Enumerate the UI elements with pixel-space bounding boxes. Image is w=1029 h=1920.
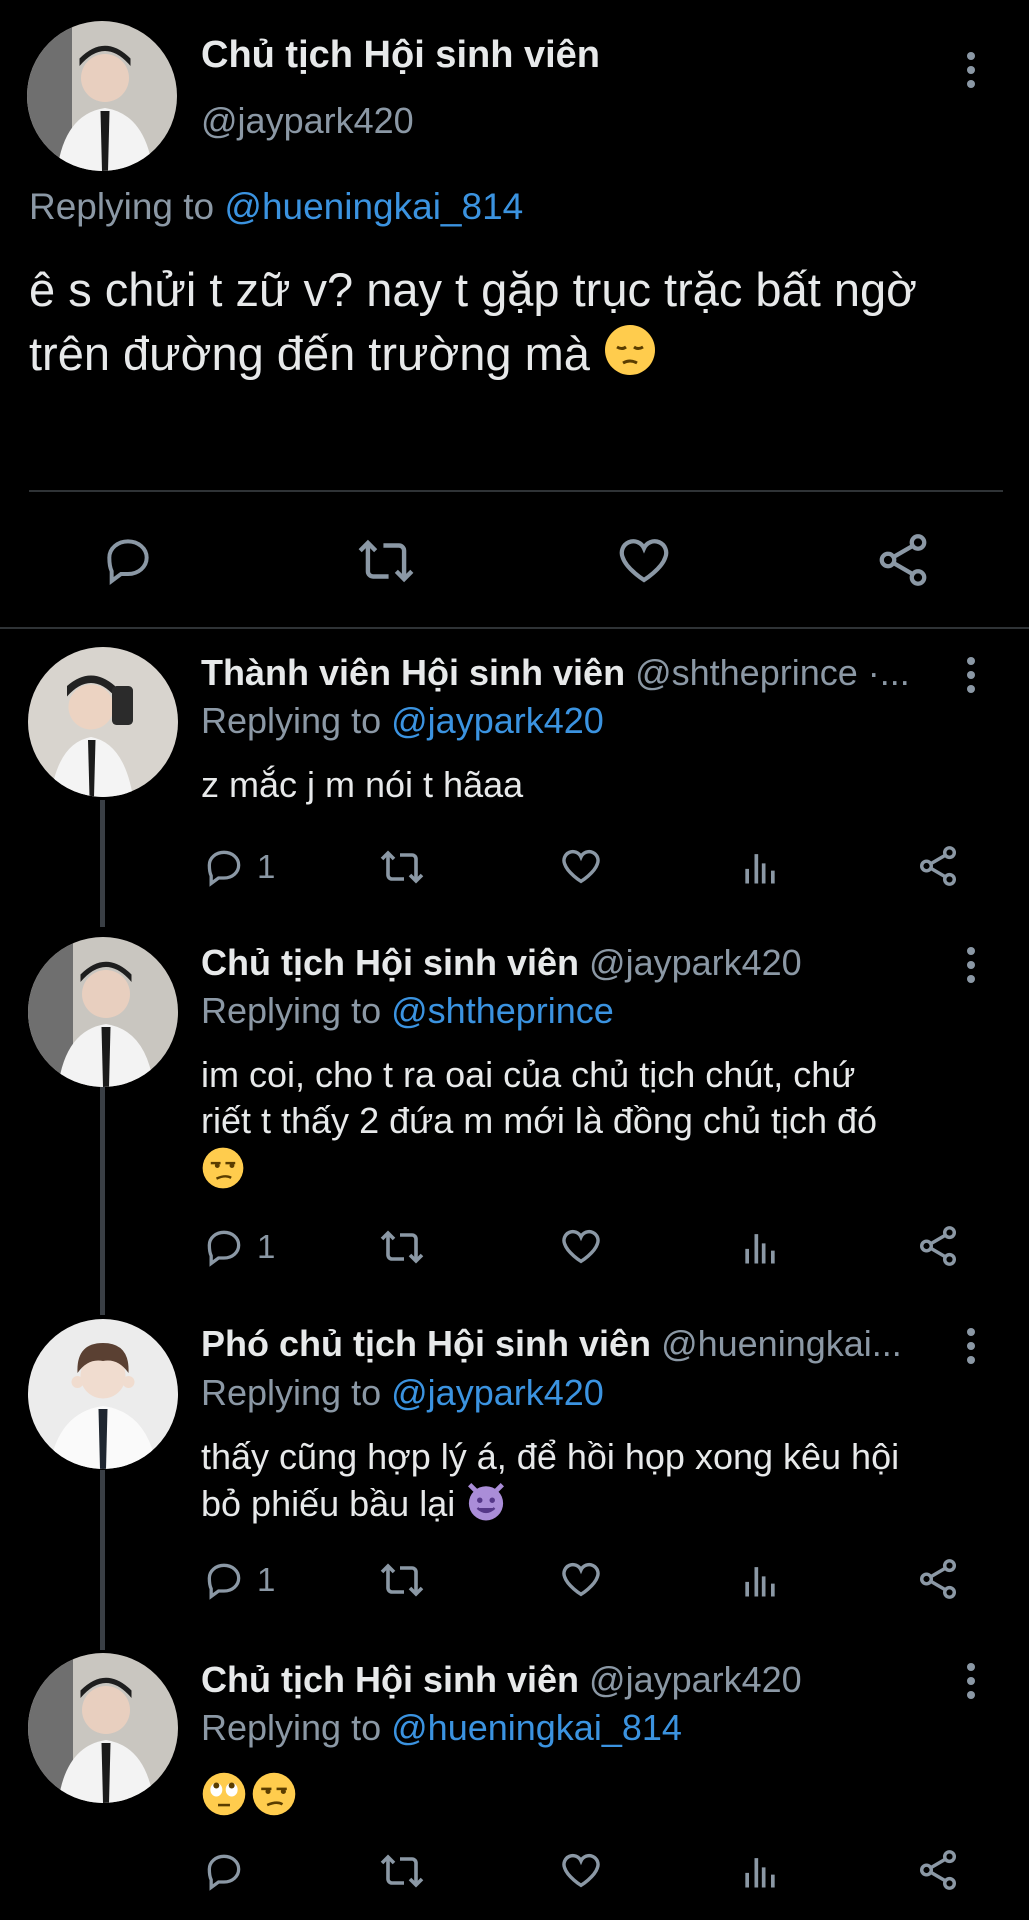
reply-icon[interactable] <box>100 532 156 588</box>
like-icon[interactable] <box>558 1223 604 1269</box>
avatar[interactable] <box>28 1319 178 1469</box>
reply-icon[interactable] <box>202 1558 246 1602</box>
tweet-text-line-content: bỏ phiếu bầu lại <box>201 1483 456 1525</box>
tweet-text-line: im coi, cho t ra oai của chủ tịch chút, … <box>201 1054 856 1095</box>
author-handle[interactable]: @hueningkai... <box>661 1323 902 1364</box>
replying-prefix: Replying to <box>201 1372 382 1413</box>
replying-to-link[interactable]: @hueningkai_814 <box>224 186 523 227</box>
replying-prefix: Replying to <box>201 700 382 741</box>
author-name[interactable]: Chủ tịch Hội sinh viên <box>201 34 600 77</box>
share-icon[interactable] <box>915 1223 961 1269</box>
reply-count: 1 <box>257 1561 276 1598</box>
avatar[interactable] <box>27 21 177 171</box>
tweet-text: z mắc j m nói t hãaa <box>201 764 524 805</box>
reply-tweet: Chủ tịch Hội sinh viên @jaypark420 Reply… <box>0 1645 1029 1920</box>
author-handle[interactable]: @jaypark420 <box>589 942 802 983</box>
tweet-text: thấy cũng hợp lý á, để hồi họp xong kêu … <box>201 1434 1001 1533</box>
tweet-text: ê s chửi t zữ v? nay t gặp trục trặc bất… <box>29 258 1009 393</box>
author-name[interactable]: Chủ tịch Hội sinh viên <box>201 942 579 983</box>
rolling-eyes-icon <box>201 1771 247 1822</box>
analytics-icon[interactable] <box>738 1225 782 1269</box>
replying-to-link[interactable]: @hueningkai_814 <box>391 1707 682 1748</box>
replying-prefix: Replying to <box>201 1707 382 1748</box>
reply-icon[interactable] <box>202 1225 246 1269</box>
avatar[interactable] <box>28 1653 178 1803</box>
author-handle[interactable]: @shtheprince ·... <box>635 652 910 693</box>
share-icon[interactable] <box>915 843 961 889</box>
avatar[interactable] <box>28 647 178 797</box>
replying-to-line: Replying to @hueningkai_814 <box>201 1707 682 1749</box>
more-options-icon[interactable] <box>966 657 976 693</box>
replying-to-line: Replying to @shtheprince <box>201 990 614 1032</box>
replying-to-link[interactable]: @shtheprince <box>391 990 614 1031</box>
author-handle[interactable]: @jaypark420 <box>201 100 414 142</box>
replying-to-link[interactable]: @jaypark420 <box>391 1372 604 1413</box>
replying-prefix: Replying to <box>201 990 382 1031</box>
analytics-icon[interactable] <box>738 845 782 889</box>
reply-icon[interactable] <box>202 845 246 889</box>
tweet-text-line: riết t thấy 2 đứa m mới là đồng chủ tịch… <box>201 1100 878 1141</box>
reply-icon[interactable] <box>202 1849 246 1893</box>
divider <box>29 490 1003 492</box>
tweet-text-line-2: bỏ phiếu bầu lại <box>201 1480 1001 1533</box>
author-name[interactable]: Chủ tịch Hội sinh viên <box>201 1659 579 1700</box>
smiling-imp-icon <box>465 1480 507 1533</box>
replying-to-line: Replying to @jaypark420 <box>201 1372 604 1414</box>
tweet-text: im coi, cho t ra oai của chủ tịch chút, … <box>201 1052 1001 1201</box>
author-name[interactable]: Thành viên Hội sinh viên <box>201 652 625 693</box>
like-icon[interactable] <box>614 530 674 590</box>
unamused-face-icon <box>251 1771 297 1822</box>
tweet-text <box>201 1771 297 1822</box>
author-line: Chủ tịch Hội sinh viên @jaypark420 <box>201 1659 802 1701</box>
tweet-text-line-content: trên đường đến trường mà <box>29 327 590 380</box>
analytics-icon[interactable] <box>738 1558 782 1602</box>
retweet-icon[interactable] <box>355 530 417 592</box>
replying-to-line: Replying to @jaypark420 <box>201 700 604 742</box>
reply-tweet: Phó chủ tịch Hội sinh viên @hueningkai..… <box>0 1310 1029 1610</box>
like-icon[interactable] <box>558 1847 604 1893</box>
reply-tweet: Chủ tịch Hội sinh viên @jaypark420 Reply… <box>0 928 1029 1268</box>
more-options-icon[interactable] <box>966 1328 976 1364</box>
replying-to-link[interactable]: @jaypark420 <box>391 700 604 741</box>
reply-tweet: Thành viên Hội sinh viên @shtheprince ·.… <box>0 640 1029 915</box>
author-name[interactable]: Phó chủ tịch Hội sinh viên <box>201 1323 651 1364</box>
more-options-icon[interactable] <box>966 947 976 983</box>
tweet-text-line: thấy cũng hợp lý á, để hồi họp xong kêu … <box>201 1436 900 1477</box>
author-line: Thành viên Hội sinh viên @shtheprince ·.… <box>201 652 910 694</box>
tweet-text-line: ê s chửi t zữ v? nay t gặp trục trặc bất… <box>29 263 917 316</box>
replying-prefix: Replying to <box>29 186 215 227</box>
retweet-icon[interactable] <box>378 1556 426 1604</box>
retweet-icon[interactable] <box>378 1223 426 1271</box>
pensive-face-icon <box>603 323 657 393</box>
avatar[interactable] <box>28 937 178 1087</box>
more-options-icon[interactable] <box>966 1663 976 1699</box>
share-icon[interactable] <box>915 1556 961 1602</box>
section-divider <box>0 627 1029 629</box>
unamused-face-icon <box>201 1146 1001 1201</box>
like-icon[interactable] <box>558 1556 604 1602</box>
share-icon[interactable] <box>915 1847 961 1893</box>
retweet-icon[interactable] <box>378 843 426 891</box>
author-line: Phó chủ tịch Hội sinh viên @hueningkai..… <box>201 1323 902 1365</box>
replying-to-line: Replying to @hueningkai_814 <box>29 186 523 228</box>
analytics-icon[interactable] <box>738 1849 782 1893</box>
retweet-icon[interactable] <box>378 1847 426 1895</box>
reply-count: 1 <box>257 848 276 885</box>
like-icon[interactable] <box>558 843 604 889</box>
author-handle[interactable]: @jaypark420 <box>589 1659 802 1700</box>
tweet-text-line-2: trên đường đến trường mà <box>29 322 1009 393</box>
main-tweet: Chủ tịch Hội sinh viên @jaypark420 Reply… <box>0 0 1029 620</box>
share-icon[interactable] <box>873 530 933 590</box>
author-line: Chủ tịch Hội sinh viên @jaypark420 <box>201 942 802 984</box>
reply-count: 1 <box>257 1228 276 1265</box>
more-options-icon[interactable] <box>966 52 976 88</box>
